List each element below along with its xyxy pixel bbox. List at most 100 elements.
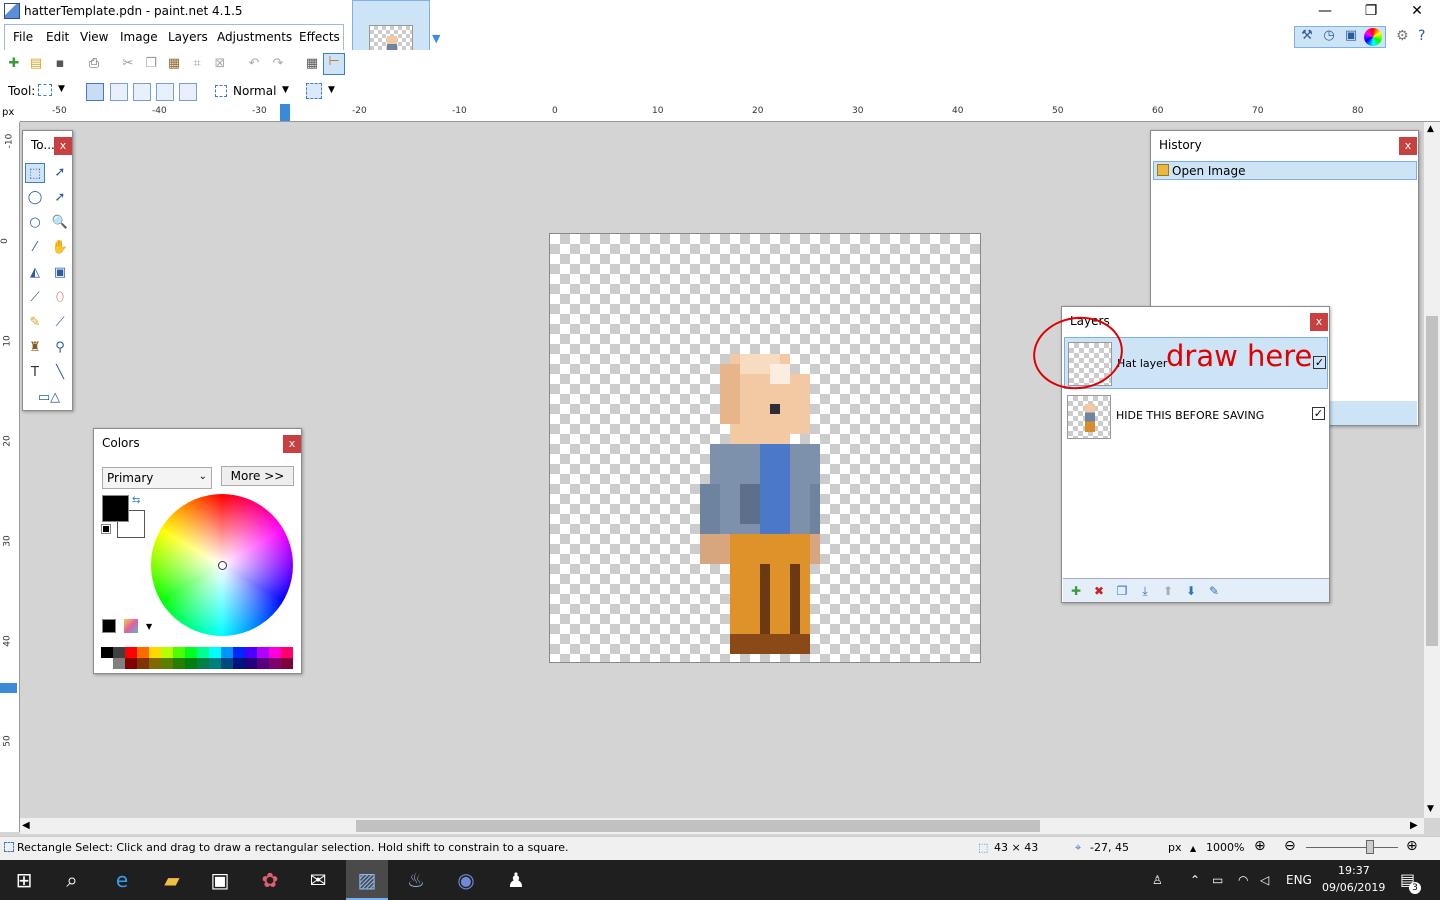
selection-mode-replace[interactable]: [86, 83, 104, 101]
selection-mode-union[interactable]: [110, 83, 128, 101]
palette-swatch[interactable]: [113, 647, 125, 658]
clock-time[interactable]: 19:37: [1338, 864, 1370, 877]
copy-icon[interactable]: ❐: [143, 56, 159, 72]
history-window-icon[interactable]: ◷: [1320, 28, 1338, 46]
steam-icon[interactable]: ♨: [402, 866, 430, 894]
start-windows-icon[interactable]: ⊞: [10, 866, 38, 894]
clone-stamp-icon[interactable]: ♜: [25, 338, 45, 358]
selection-mode-intersect[interactable]: [156, 83, 174, 101]
zoom-slider-track[interactable]: [1306, 847, 1398, 848]
palette-swatch[interactable]: [281, 647, 293, 658]
rulers-toggle-icon[interactable]: ⊢: [323, 53, 345, 75]
scroll-left-arrow-icon[interactable]: ◀: [22, 820, 30, 831]
clock-date[interactable]: 09/06/2019: [1322, 881, 1385, 894]
palette-swatch[interactable]: [245, 647, 257, 658]
zoom-level[interactable]: 1000%: [1206, 841, 1244, 854]
palette-swatch[interactable]: [209, 658, 221, 669]
palette-swatch[interactable]: [221, 647, 233, 658]
close-window-button[interactable]: ✕: [1394, 0, 1440, 22]
menu-file[interactable]: File: [13, 30, 33, 44]
minimize-button[interactable]: —: [1302, 0, 1348, 22]
line-curve-icon[interactable]: ╲: [50, 363, 70, 383]
tools-window-icon[interactable]: ⚒: [1298, 28, 1316, 46]
scroll-up-arrow-icon[interactable]: ▲: [1427, 124, 1434, 134]
settings-gear-icon[interactable]: ⚙: [1396, 28, 1409, 44]
layer-properties-icon[interactable]: ✎: [1206, 583, 1222, 599]
deselect-icon[interactable]: ⊠: [212, 56, 228, 72]
layer-row[interactable]: HIDE THIS BEFORE SAVING ✓: [1064, 391, 1328, 443]
palette-swatch[interactable]: [209, 647, 221, 658]
menu-view[interactable]: View: [80, 30, 108, 44]
print-icon[interactable]: ⎙: [86, 56, 102, 72]
color-target-select[interactable]: Primary ⌄: [102, 467, 212, 489]
palette-swatch[interactable]: [233, 658, 245, 669]
menu-image[interactable]: Image: [120, 30, 158, 44]
redo-icon[interactable]: ↷: [270, 56, 286, 72]
selection-mode-invert[interactable]: [179, 83, 197, 101]
move-layer-up-icon[interactable]: ⬆: [1160, 583, 1176, 599]
palette-swatch[interactable]: [101, 658, 113, 669]
help-icon[interactable]: ?: [1418, 28, 1425, 44]
palette-swatch[interactable]: [125, 647, 137, 658]
paste-icon[interactable]: ▦: [166, 56, 182, 72]
menu-adjustments[interactable]: Adjustments: [217, 30, 292, 44]
paintnet-taskbar-icon[interactable]: ▨: [353, 866, 381, 894]
duplicate-layer-icon[interactable]: ❐: [1114, 583, 1130, 599]
scroll-right-arrow-icon[interactable]: ▶: [1410, 820, 1418, 831]
palette-swatch[interactable]: [257, 658, 269, 669]
palette-swatch[interactable]: [161, 647, 173, 658]
zoom-in-icon[interactable]: ⊕: [1406, 838, 1418, 854]
open-file-icon[interactable]: ▤: [28, 56, 44, 72]
undo-icon[interactable]: ↶: [246, 56, 262, 72]
close-layers-button[interactable]: x: [1310, 313, 1328, 331]
maximize-button[interactable]: ❐: [1348, 0, 1394, 22]
zoom-icon[interactable]: 🔍: [50, 213, 70, 233]
text-icon[interactable]: T: [25, 363, 45, 383]
cut-icon[interactable]: ✂: [120, 56, 136, 72]
palette-swatch[interactable]: [197, 658, 209, 669]
units-arrow-icon[interactable]: ▲: [1190, 844, 1196, 853]
eraser-icon[interactable]: ⬯: [50, 288, 70, 308]
mail-icon[interactable]: ✉: [304, 866, 332, 894]
menu-edit[interactable]: Edit: [46, 30, 69, 44]
units-select[interactable]: px: [1168, 841, 1182, 854]
rectangle-select-icon[interactable]: ⬚: [25, 163, 45, 183]
palette-menu-icon[interactable]: [124, 619, 138, 633]
palette-add-color-icon[interactable]: [102, 619, 116, 633]
palette-swatch[interactable]: [173, 658, 185, 669]
scroll-down-arrow-icon[interactable]: ▼: [1427, 804, 1434, 814]
palette-swatch[interactable]: [269, 658, 281, 669]
store-icon[interactable]: ▣: [206, 866, 234, 894]
menu-effects[interactable]: Effects: [299, 30, 340, 44]
people-icon[interactable]: ♙: [1152, 873, 1163, 887]
zoom-slider-thumb[interactable]: [1366, 840, 1374, 854]
paint-bucket-icon[interactable]: ◭: [25, 263, 45, 283]
gradient-icon[interactable]: ▣: [50, 263, 70, 283]
blend-mode-arrow-icon[interactable]: ▼: [282, 85, 289, 95]
color-picker-icon[interactable]: ⟋: [50, 313, 70, 333]
close-tools-button[interactable]: x: [54, 137, 72, 155]
delete-layer-icon[interactable]: ✖: [1091, 583, 1107, 599]
volume-icon[interactable]: ◁: [1260, 873, 1269, 887]
palette-swatch[interactable]: [281, 658, 293, 669]
move-layer-down-icon[interactable]: ⬇: [1183, 583, 1199, 599]
history-item[interactable]: Open Image: [1153, 161, 1417, 180]
move-selection-icon[interactable]: ➚: [50, 188, 70, 208]
close-colors-button[interactable]: x: [283, 435, 301, 453]
lasso-select-icon[interactable]: ◯: [25, 188, 45, 208]
blend-mode-select[interactable]: Normal: [233, 84, 276, 98]
file-explorer-icon[interactable]: ▰: [158, 866, 186, 894]
antialiasing-arrow-icon[interactable]: ▼: [328, 85, 335, 95]
palette-swatch[interactable]: [101, 647, 113, 658]
palette-swatch[interactable]: [221, 658, 233, 669]
layer-visibility-checkbox[interactable]: ✓: [1313, 356, 1326, 369]
palette-swatch[interactable]: [245, 658, 257, 669]
palette-swatch[interactable]: [161, 658, 173, 669]
edge-browser-icon[interactable]: e: [108, 866, 136, 894]
more-colors-button[interactable]: More >>: [221, 466, 294, 486]
selection-mode-exclude[interactable]: [133, 83, 151, 101]
palette-swatch[interactable]: [197, 647, 209, 658]
zoom-out-icon[interactable]: ⊖: [1284, 838, 1296, 854]
palette-swatch[interactable]: [257, 647, 269, 658]
close-history-button[interactable]: x: [1399, 137, 1417, 155]
